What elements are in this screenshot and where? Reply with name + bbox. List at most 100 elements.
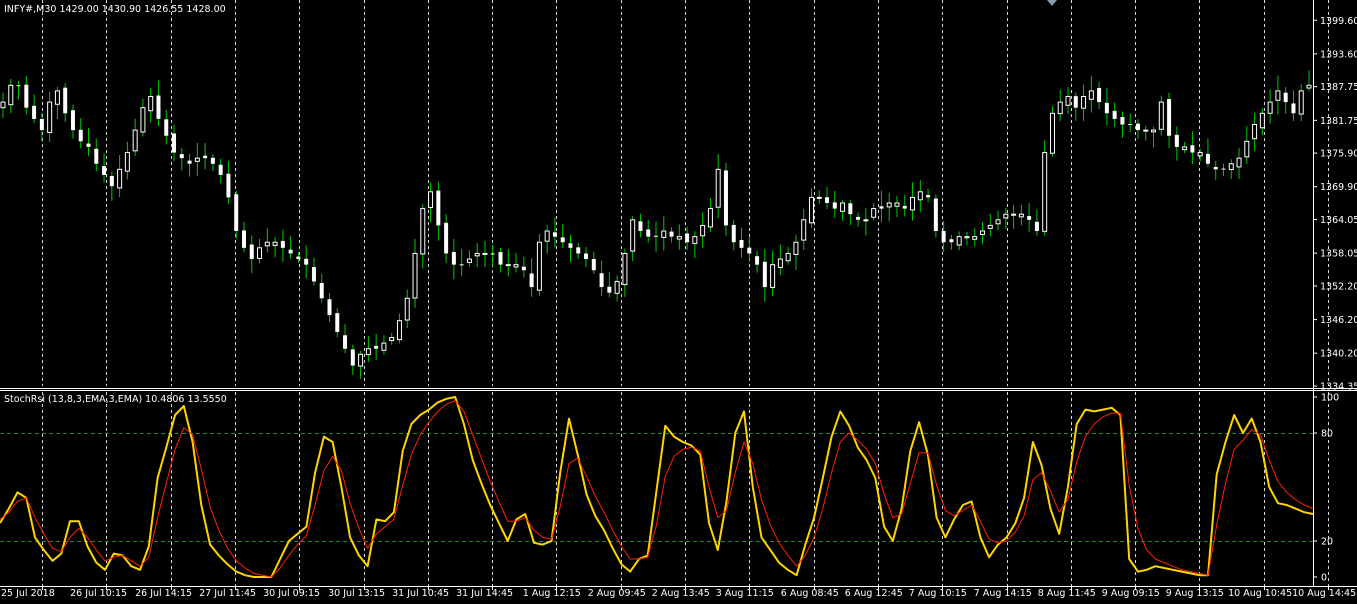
candle-body — [32, 105, 37, 119]
candle-body — [117, 168, 123, 189]
indicator-header: StochRsi (13,8,3,EMA,3,EMA) 10.4806 13.5… — [4, 394, 227, 405]
candle-body — [669, 231, 674, 237]
candle-body — [614, 280, 620, 294]
candle-body — [16, 85, 21, 87]
candle-body — [692, 236, 698, 244]
candle-body — [365, 348, 371, 356]
candle-body — [591, 258, 596, 271]
candle-body — [622, 252, 628, 286]
candle-body — [926, 195, 931, 198]
x-tick-label: 27 Jul 11:45 — [199, 588, 256, 599]
candle-body — [94, 148, 99, 164]
candle-body — [1049, 112, 1055, 154]
candle-body — [646, 229, 651, 237]
candle-body — [482, 252, 488, 255]
candle-body — [203, 155, 208, 159]
candle-body — [739, 240, 744, 248]
candle-body — [1128, 124, 1133, 126]
x-tick-label: 6 Aug 08:45 — [781, 588, 839, 599]
candle-body — [777, 258, 783, 268]
price-header: INFY#,M30 1429.00 1430.90 1426.55 1428.0… — [4, 4, 226, 15]
candle-body — [109, 175, 114, 187]
candle-body — [544, 230, 550, 242]
candle-body — [910, 196, 916, 211]
candle-body — [1073, 96, 1078, 108]
candle-body — [1065, 95, 1071, 106]
candle-body — [404, 297, 410, 321]
candle-body — [187, 160, 192, 164]
candle-body — [148, 95, 154, 112]
candle-body — [474, 252, 480, 257]
candle-body — [194, 157, 200, 162]
candle-body — [1275, 90, 1281, 101]
x-tick-label: 2 Aug 13:45 — [652, 588, 710, 599]
y-tick-label: 1375.90 — [1320, 149, 1357, 160]
candle-body — [1291, 103, 1296, 114]
candle-body — [576, 247, 581, 254]
candle-body — [1190, 145, 1195, 153]
y-tick-label: 1352.20 — [1320, 281, 1357, 292]
candle-body — [715, 168, 721, 208]
candle-body — [808, 196, 814, 224]
y-tick-label: 1358.05 — [1320, 249, 1357, 260]
candle-body — [1298, 90, 1304, 115]
x-tick-label: 26 Jul 14:15 — [135, 588, 192, 599]
candle-body — [466, 258, 472, 263]
candle-body — [1182, 146, 1188, 151]
x-tick-label: 25 Jul 2018 — [1, 588, 55, 599]
candle-body — [1205, 153, 1210, 164]
candle-body — [1057, 101, 1063, 115]
trading-chart[interactable]: 25 Jul 2018 26 Jul 10:15 26 Jul 14:15 27 Ju… — [0, 0, 1357, 604]
candle-body — [599, 273, 604, 288]
candle-body — [241, 230, 246, 248]
x-tick-label: 10 Aug 14:45 — [1292, 588, 1356, 599]
candle-body — [343, 335, 348, 349]
candle-body — [785, 252, 791, 262]
candle-body — [396, 320, 402, 341]
candle-body — [1236, 157, 1242, 168]
candle-body — [389, 337, 395, 342]
candle-body — [513, 264, 519, 268]
x-tick-label: 7 Aug 14:15 — [974, 588, 1032, 599]
candle-body — [1213, 166, 1218, 170]
candle-body — [350, 349, 355, 366]
x-tick-label: 9 Aug 13:15 — [1166, 588, 1224, 599]
x-tick-label: 2 Aug 09:45 — [588, 588, 646, 599]
x-tick-label: 31 Jul 14:45 — [456, 588, 513, 599]
candle-body — [879, 206, 884, 209]
candle-body — [700, 224, 706, 237]
candle-body — [568, 243, 573, 248]
candle-body — [607, 286, 612, 293]
candle-body — [1143, 129, 1149, 132]
candle-body — [335, 313, 340, 332]
y-tick-label: 1369.90 — [1320, 182, 1357, 193]
stochrsi-series — [0, 396, 1314, 578]
x-tick-label: 30 Jul 09:15 — [263, 588, 320, 599]
candle-body — [1197, 152, 1203, 157]
x-tick-label: 10 Aug 10:45 — [1228, 588, 1292, 599]
candle-body — [451, 252, 456, 265]
candle-body — [1104, 102, 1109, 114]
x-tick-label: 6 Aug 12:45 — [845, 588, 903, 599]
candle-body — [304, 258, 309, 265]
candle-body — [63, 87, 68, 114]
candle-body — [272, 241, 278, 246]
scroll-marker-icon[interactable] — [1047, 0, 1057, 6]
candle-body — [319, 282, 324, 299]
candle-body — [825, 197, 830, 203]
candle-body — [987, 224, 993, 229]
candle-body — [1259, 112, 1265, 129]
candle-body — [793, 241, 799, 255]
candle-body — [156, 95, 161, 119]
candle-body — [917, 191, 923, 201]
candle-body — [1158, 101, 1164, 130]
candlestick-series — [0, 70, 1312, 379]
candle-body — [226, 173, 231, 198]
candle-body — [723, 170, 728, 226]
candle-body — [762, 261, 767, 288]
candle-body — [731, 224, 736, 243]
candle-body — [638, 221, 643, 232]
candle-body — [980, 230, 985, 235]
candle-body — [296, 256, 301, 260]
indicator-y-tick-label: 80 — [1321, 429, 1333, 440]
